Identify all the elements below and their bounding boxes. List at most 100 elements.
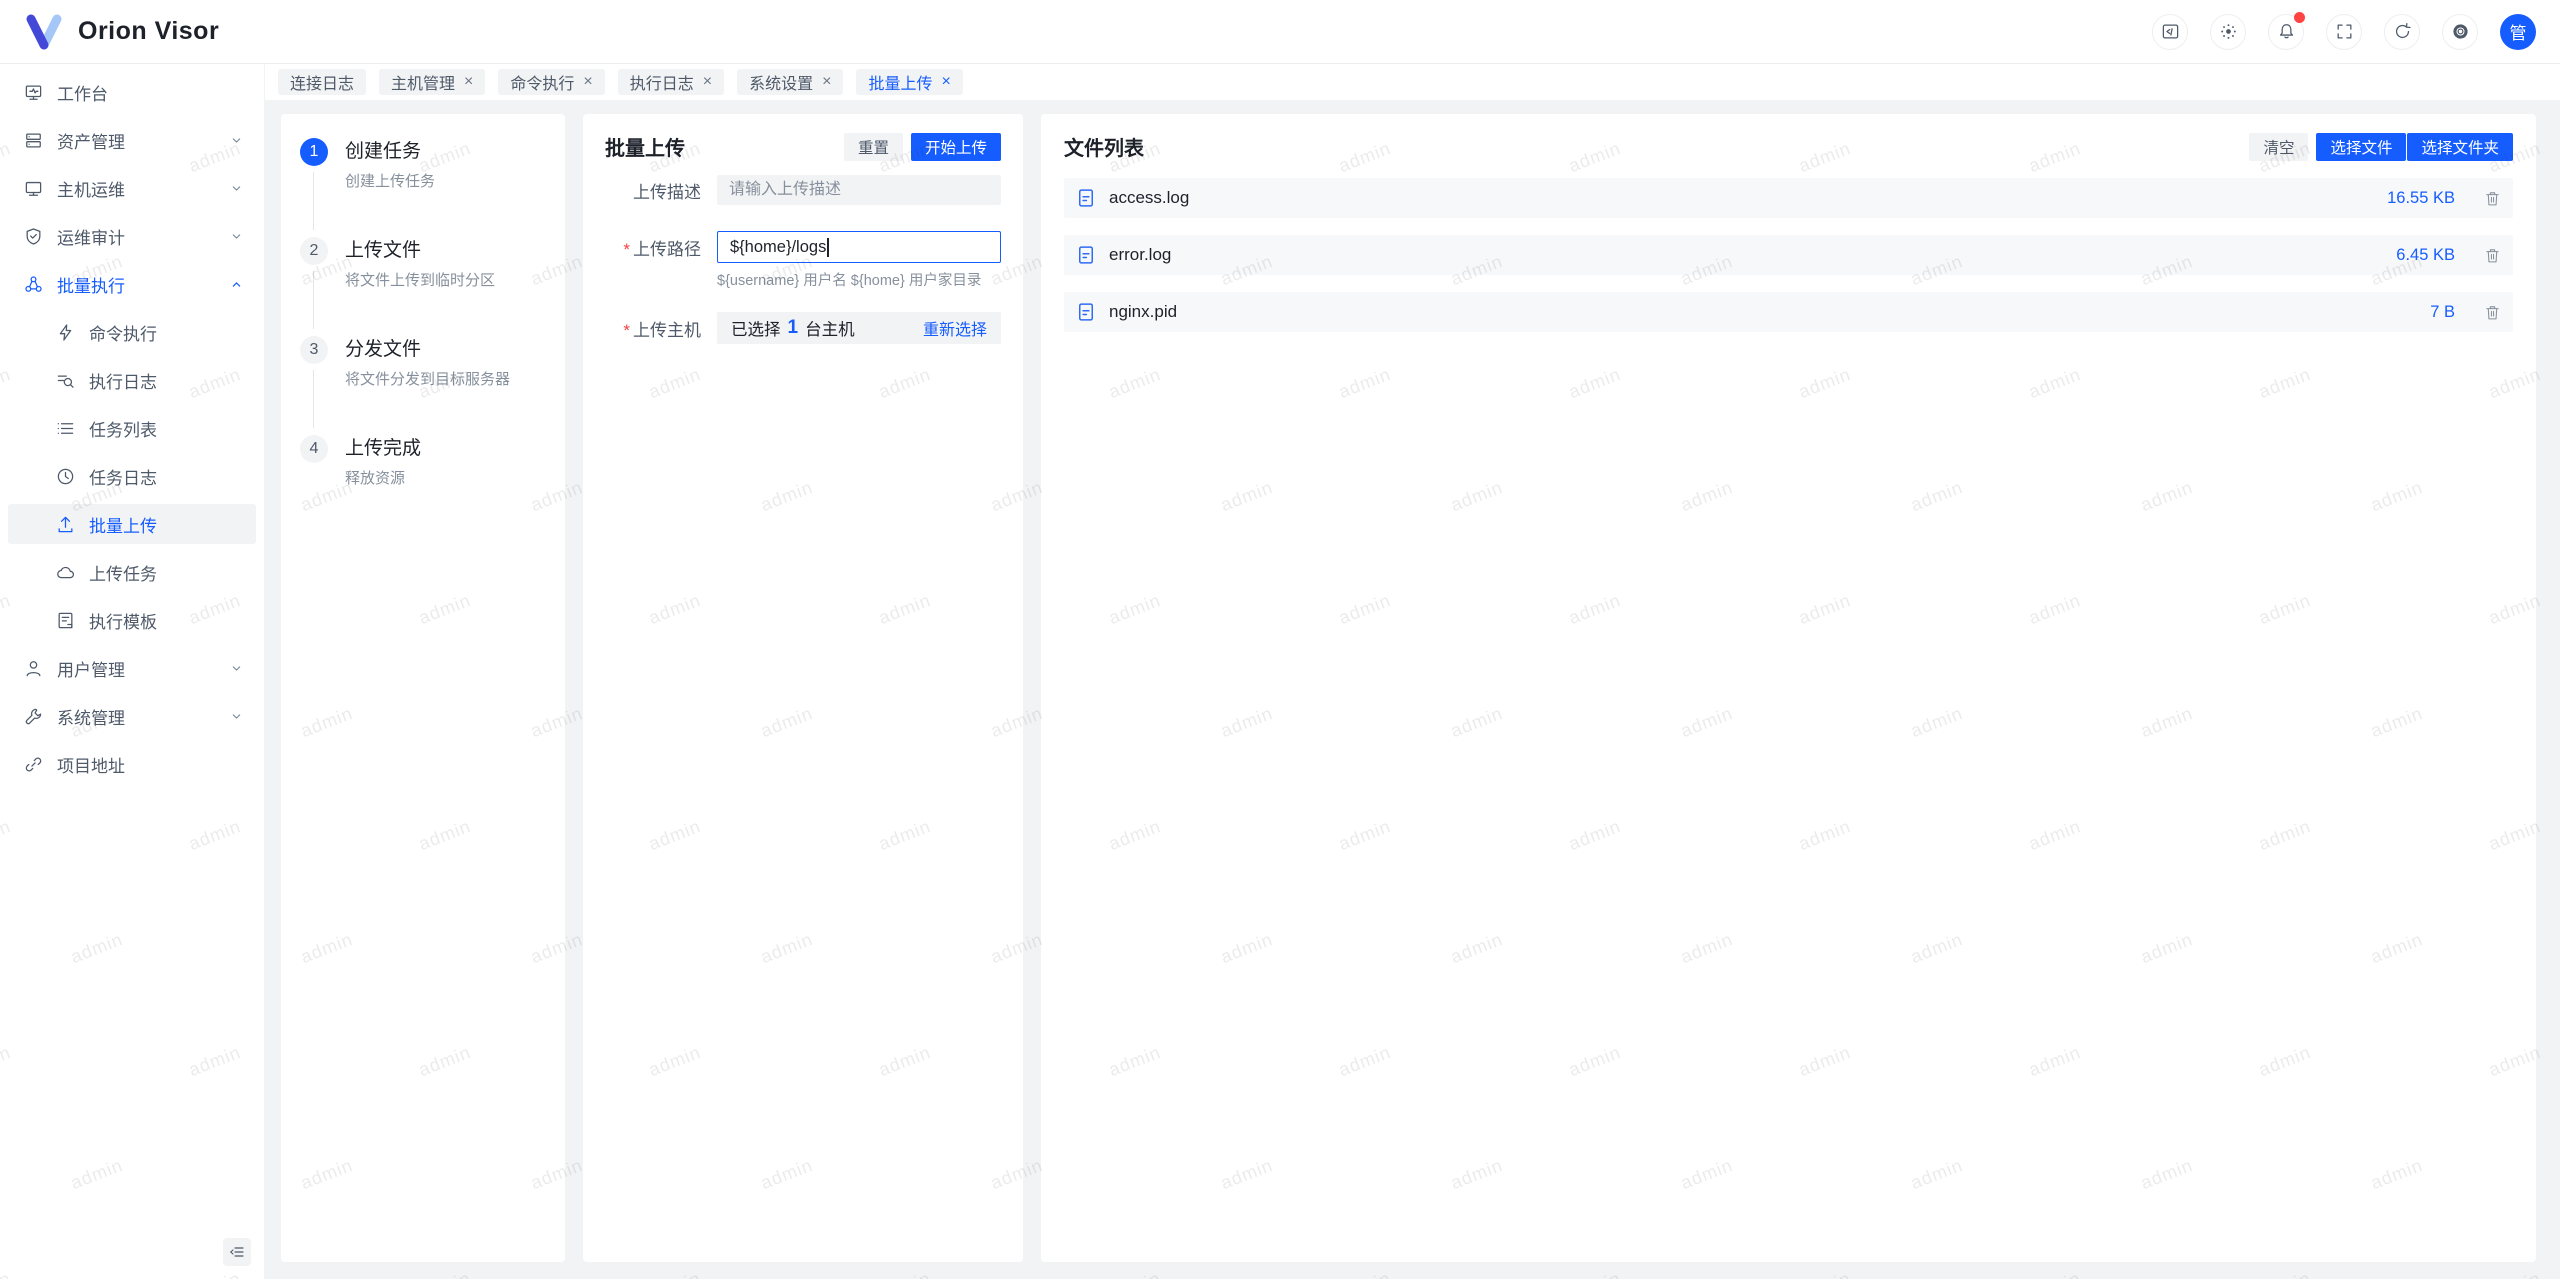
sidebar-item-batch-execution[interactable]: 批量执行 xyxy=(8,264,256,304)
settings-button[interactable] xyxy=(2442,14,2478,50)
file-row: nginx.pid 7 B xyxy=(1064,292,2513,332)
start-upload-button[interactable]: 开始上传 xyxy=(911,133,1001,161)
tab-host-management[interactable]: 主机管理× xyxy=(379,69,485,95)
sidebar-item-asset-management[interactable]: 资产管理 xyxy=(8,120,256,160)
file-icon xyxy=(1076,188,1096,208)
close-icon[interactable]: × xyxy=(822,74,831,90)
cloud-icon xyxy=(56,563,75,582)
fullscreen-button[interactable] xyxy=(2326,14,2362,50)
sidebar-item-batch-upload[interactable]: 批量上传 xyxy=(8,504,256,544)
sun-icon xyxy=(2219,22,2238,41)
sidebar-item-label: 上传任务 xyxy=(89,560,157,585)
file-size: 16.55 KB xyxy=(2387,189,2455,208)
sidebar-menu: 工作台 资产管理 主机运维 运维审计 批量执行 命令执行 xyxy=(0,64,264,800)
menu-fold-icon xyxy=(229,1244,245,1260)
sidebar-item-task-list[interactable]: 任务列表 xyxy=(8,408,256,448)
step-upload-complete: 4 上传完成 释放资源 xyxy=(300,435,547,488)
step-title: 创建任务 xyxy=(345,138,435,166)
tab-bar: 连接日志 主机管理× 命令执行× 执行日志× 系统设置× 批量上传× xyxy=(265,64,2560,100)
clock-icon xyxy=(56,467,75,486)
chevron-down-icon xyxy=(229,181,244,196)
sidebar-item-system-management[interactable]: 系统管理 xyxy=(8,696,256,736)
text-caret xyxy=(827,238,829,257)
close-icon[interactable]: × xyxy=(464,74,473,90)
bell-icon xyxy=(2277,22,2296,41)
steps-panel: 1 创建任务 创建上传任务 2 上传文件 将文件上传到临时分区 3 分发文件 将… xyxy=(281,114,565,1262)
select-file-button[interactable]: 选择文件 xyxy=(2316,133,2406,161)
logo-v-icon xyxy=(24,12,64,52)
code-window-button[interactable] xyxy=(2152,14,2188,50)
app-header: Orion Visor xyxy=(0,0,2560,64)
step-title: 上传完成 xyxy=(345,435,421,463)
tab-batch-upload[interactable]: 批量上传× xyxy=(856,69,962,95)
main-area: 连接日志 主机管理× 命令执行× 执行日志× 系统设置× 批量上传× 1 创建任… xyxy=(265,64,2560,1279)
sidebar-item-upload-task[interactable]: 上传任务 xyxy=(8,552,256,592)
sidebar-collapse-button[interactable] xyxy=(223,1238,251,1266)
sidebar-item-label: 任务列表 xyxy=(89,416,157,441)
sidebar-item-workbench[interactable]: 工作台 xyxy=(8,72,256,112)
chevron-down-icon xyxy=(229,133,244,148)
step-description: 将文件上传到临时分区 xyxy=(345,269,495,290)
wrench-icon xyxy=(24,707,43,726)
form-row-hosts: 上传主机 已选择 1 台主机 重新选择 xyxy=(605,312,1001,344)
reset-button[interactable]: 重置 xyxy=(844,133,903,161)
close-icon[interactable]: × xyxy=(941,74,950,90)
tab-connection-log[interactable]: 连接日志 xyxy=(278,69,366,95)
sidebar-item-label: 主机运维 xyxy=(57,176,125,201)
sidebar-item-command-execution[interactable]: 命令执行 xyxy=(8,312,256,352)
file-row: error.log 6.45 KB xyxy=(1064,235,2513,275)
server-icon xyxy=(24,131,43,150)
notifications-button[interactable] xyxy=(2268,14,2304,50)
sidebar-item-host-ops[interactable]: 主机运维 xyxy=(8,168,256,208)
tab-execution-log[interactable]: 执行日志× xyxy=(618,69,724,95)
sidebar-item-label: 执行模板 xyxy=(89,608,157,633)
select-folder-button[interactable]: 选择文件夹 xyxy=(2407,133,2513,161)
sidebar-item-label: 任务日志 xyxy=(89,464,157,489)
chevron-up-icon xyxy=(229,277,244,292)
step-title: 上传文件 xyxy=(345,237,495,265)
close-icon[interactable]: × xyxy=(583,74,592,90)
workbench-icon xyxy=(24,83,43,102)
file-icon xyxy=(1076,302,1096,322)
sidebar-item-label: 运维审计 xyxy=(57,224,125,249)
file-name: nginx.pid xyxy=(1109,302,1177,322)
app-logo: Orion Visor xyxy=(24,12,219,52)
chevron-down-icon xyxy=(229,709,244,724)
reselect-hosts-link[interactable]: 重新选择 xyxy=(923,316,987,340)
step-distribute-files: 3 分发文件 将文件分发到目标服务器 xyxy=(300,336,547,435)
header-actions: 管 xyxy=(2152,14,2536,50)
user-avatar[interactable]: 管 xyxy=(2500,14,2536,50)
upload-path-value: ${home}/logs xyxy=(730,238,826,257)
form-row-path: 上传路径 ${home}/logs xyxy=(605,231,1001,263)
list-icon xyxy=(56,419,75,438)
theme-toggle-button[interactable] xyxy=(2210,14,2246,50)
delete-file-button[interactable] xyxy=(2471,190,2501,207)
panel-title: 批量上传 xyxy=(605,132,685,161)
sidebar-item-execution-template[interactable]: 执行模板 xyxy=(8,600,256,640)
sidebar-item-execution-log[interactable]: 执行日志 xyxy=(8,360,256,400)
delete-file-button[interactable] xyxy=(2471,247,2501,264)
upload-icon xyxy=(56,515,75,534)
sidebar-item-task-log[interactable]: 任务日志 xyxy=(8,456,256,496)
sidebar-item-ops-audit[interactable]: 运维审计 xyxy=(8,216,256,256)
step-number: 1 xyxy=(300,138,328,166)
upload-path-input[interactable]: ${home}/logs xyxy=(717,231,1001,263)
sidebar-item-user-management[interactable]: 用户管理 xyxy=(8,648,256,688)
sidebar-item-label: 命令执行 xyxy=(89,320,157,345)
upload-description-input[interactable] xyxy=(717,175,1001,205)
selected-hosts-count: 1 xyxy=(788,317,799,339)
sidebar-item-project-address[interactable]: 项目地址 xyxy=(8,744,256,784)
file-row: access.log 16.55 KB xyxy=(1064,178,2513,218)
sidebar-item-label: 用户管理 xyxy=(57,656,125,681)
selected-hosts-box: 已选择 1 台主机 重新选择 xyxy=(717,312,1001,344)
file-size: 6.45 KB xyxy=(2396,246,2455,265)
trash-icon xyxy=(2484,247,2501,264)
refresh-button[interactable] xyxy=(2384,14,2420,50)
clear-files-button[interactable]: 清空 xyxy=(2249,133,2308,161)
tab-command-execution[interactable]: 命令执行× xyxy=(498,69,604,95)
sidebar-item-label: 资产管理 xyxy=(57,128,125,153)
trash-icon xyxy=(2484,190,2501,207)
delete-file-button[interactable] xyxy=(2471,304,2501,321)
tab-system-settings[interactable]: 系统设置× xyxy=(737,69,843,95)
close-icon[interactable]: × xyxy=(703,74,712,90)
